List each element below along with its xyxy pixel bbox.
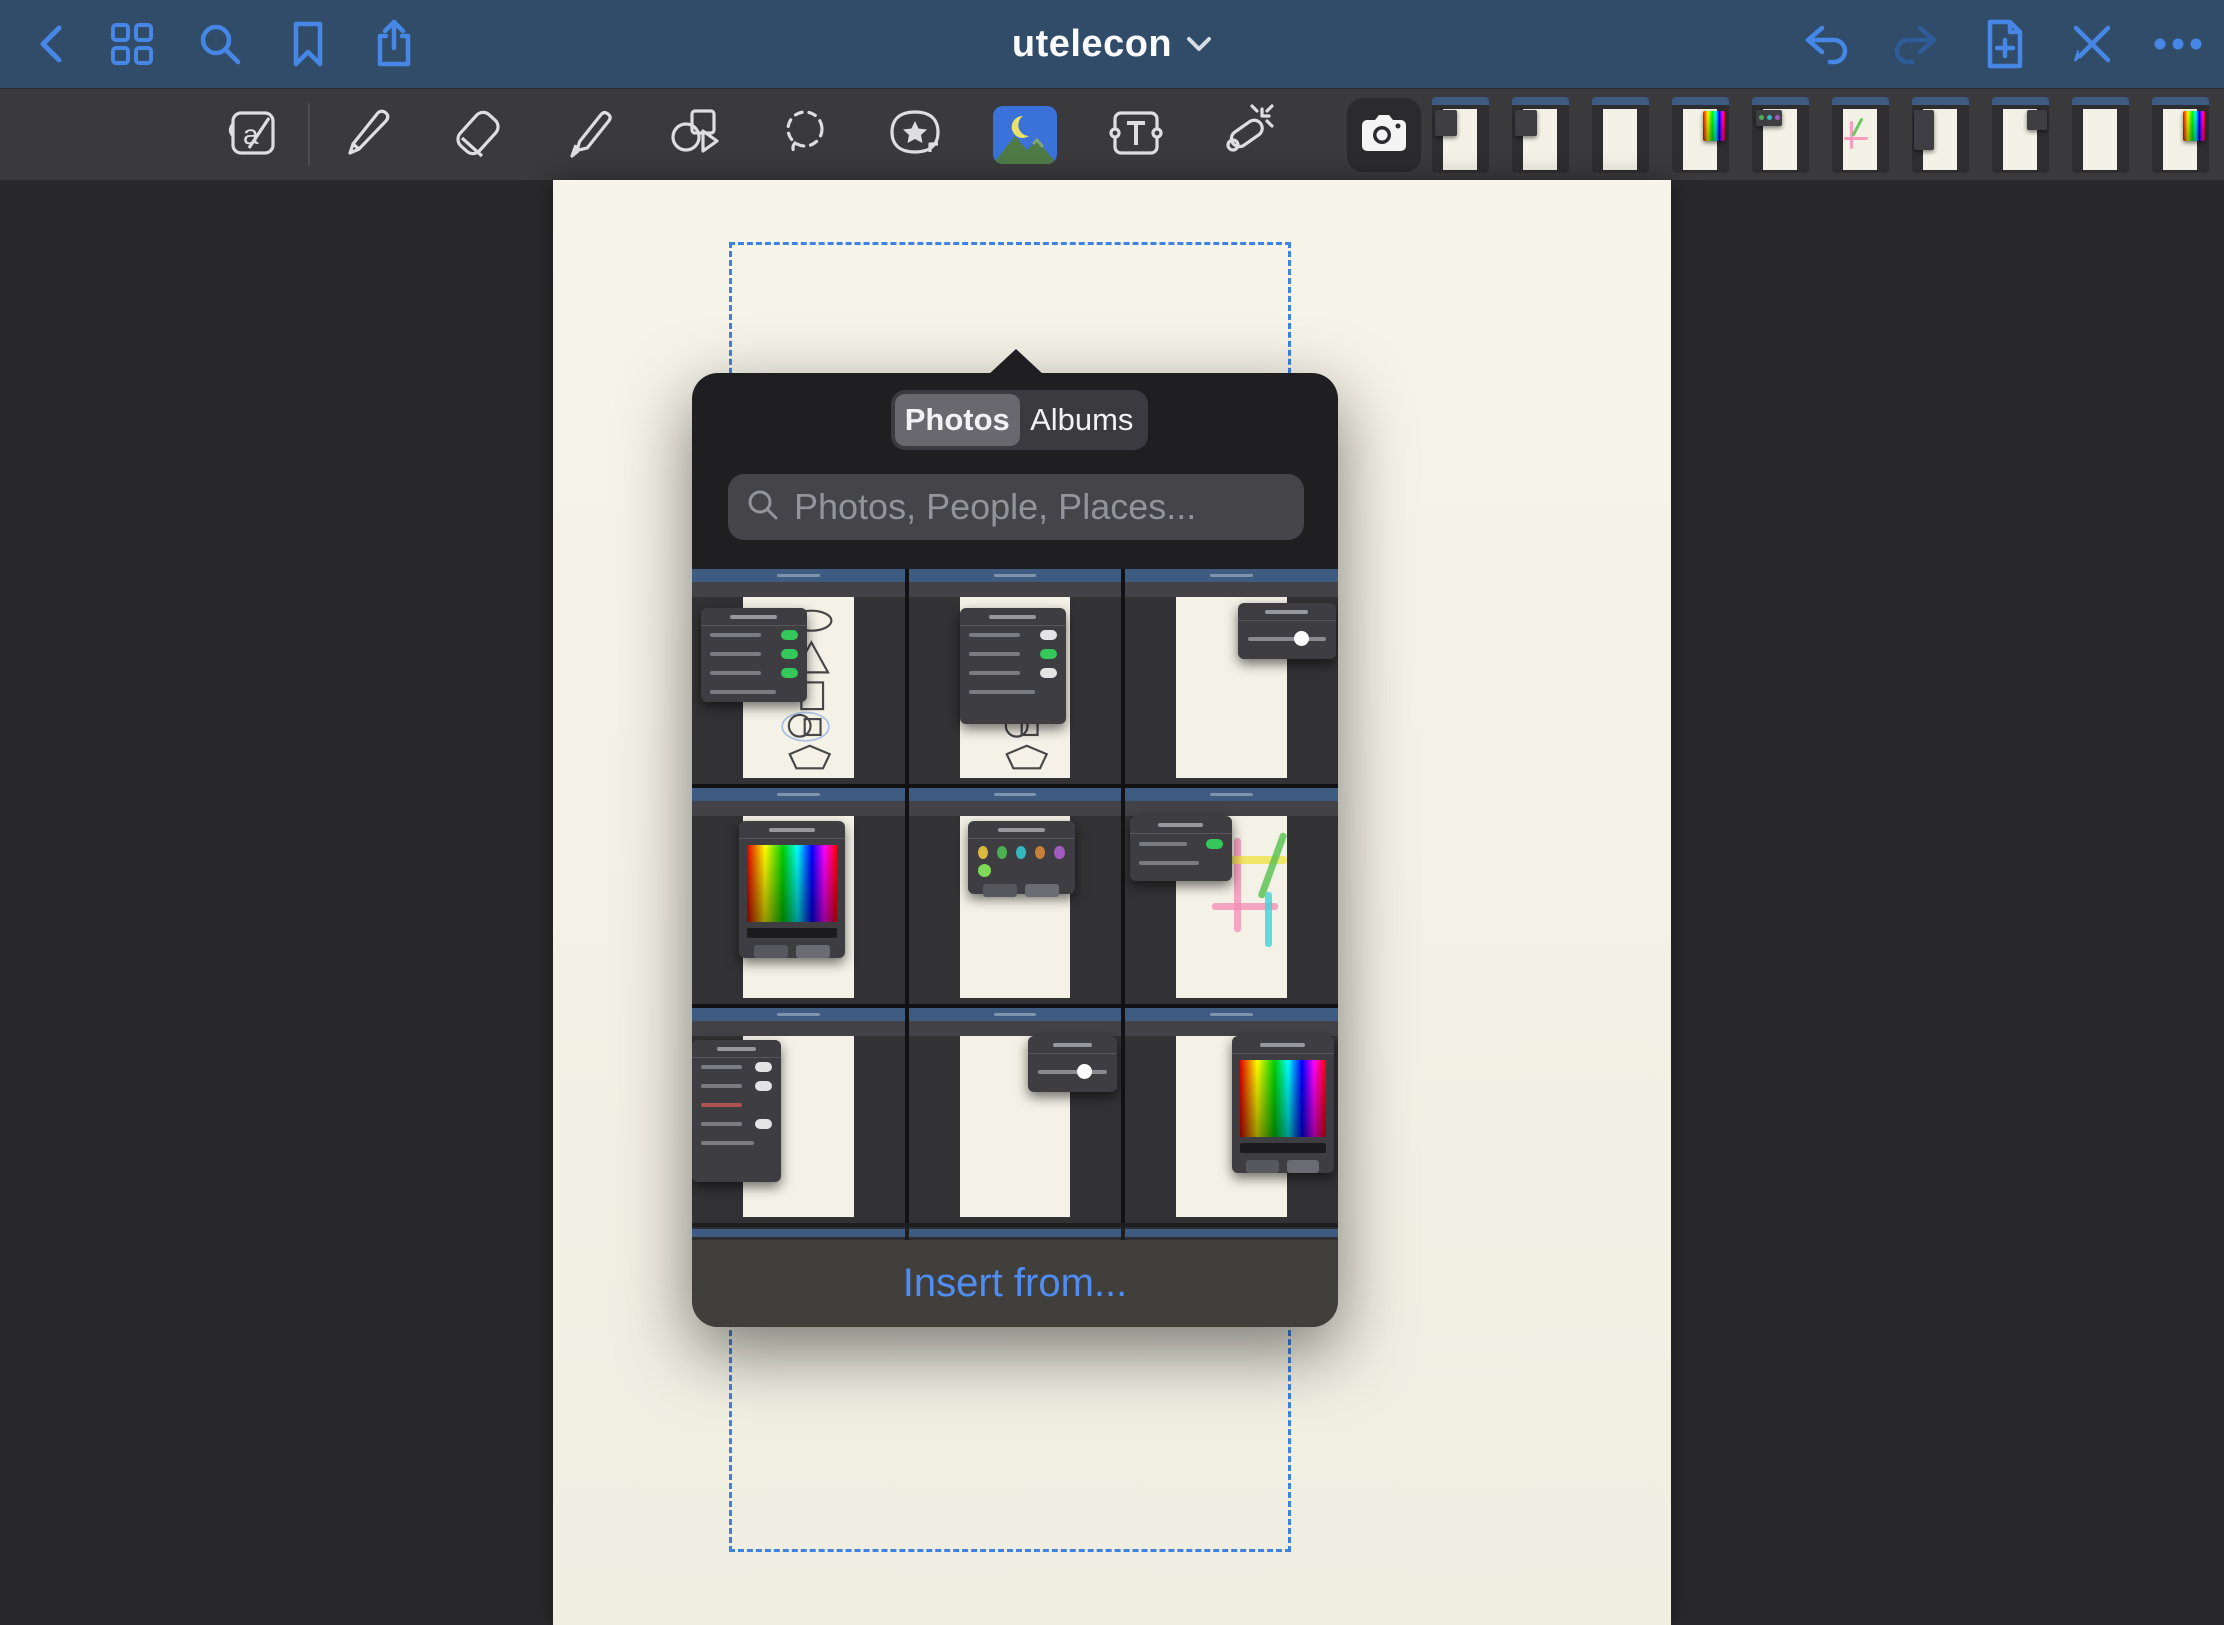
pencil-cross-icon	[2068, 20, 2116, 68]
tab-albums[interactable]: Albums	[1020, 394, 1145, 446]
shape-tool-menu	[960, 608, 1066, 724]
redo-button[interactable]	[1884, 14, 1944, 74]
photo-thumbnail-partial[interactable]	[692, 1227, 905, 1240]
recent-photo-thumbnail[interactable]	[1752, 97, 1809, 173]
image-tool-selected-icon	[993, 106, 1057, 164]
text-tool-icon	[1105, 104, 1167, 167]
tab-photos[interactable]: Photos	[895, 394, 1020, 446]
sticker-star-icon	[886, 104, 944, 167]
toolbar-divider	[308, 103, 310, 165]
photo-thumbnail[interactable]	[692, 569, 905, 784]
photo-thumbnail[interactable]	[909, 1008, 1122, 1223]
recent-photo-thumbnail[interactable]	[1832, 97, 1889, 173]
camera-button[interactable]	[1347, 98, 1421, 172]
tool-lasso[interactable]	[765, 101, 843, 169]
undo-icon	[1802, 22, 1854, 66]
recent-photo-thumbnail[interactable]	[1592, 97, 1649, 173]
recent-photo-thumbnail[interactable]	[1992, 97, 2049, 173]
photo-thumbnail[interactable]	[692, 1008, 905, 1223]
lasso-tool-menu	[701, 608, 807, 703]
redo-icon	[1888, 22, 1940, 66]
laser-pointer-icon	[1216, 104, 1276, 167]
insert-from-button[interactable]: Insert from...	[692, 1240, 1338, 1327]
popover-arrow	[988, 349, 1044, 375]
recent-photo-thumbnail[interactable]	[1912, 97, 1969, 173]
photo-thumbnail[interactable]	[909, 788, 1122, 1003]
recent-photo-thumbnail[interactable]	[1432, 97, 1489, 173]
photo-search-field[interactable]	[728, 474, 1304, 540]
add-page-icon	[1982, 18, 2026, 70]
photo-grid-partial-row	[692, 1227, 1338, 1240]
eraser-menu	[692, 1040, 781, 1182]
photo-picker-popover: Photos Albums	[692, 373, 1338, 1327]
insert-from-label: Insert from...	[903, 1261, 1128, 1306]
photo-thumbnail[interactable]	[909, 569, 1122, 784]
camera-icon	[1361, 114, 1407, 157]
tool-laser-pointer[interactable]	[1207, 101, 1285, 169]
highlighter-color-presets-panel	[968, 821, 1074, 894]
photo-thumbnail-partial[interactable]	[1125, 1227, 1338, 1240]
stop-editing-button[interactable]	[2062, 14, 2122, 74]
photo-thumbnail[interactable]	[1125, 1008, 1338, 1223]
tool-handwriting-mode[interactable]: a	[213, 101, 291, 169]
photo-thumbnail[interactable]	[1125, 788, 1338, 1003]
tools-toolbar: a	[0, 88, 2224, 180]
ellipsis-icon	[2152, 34, 2204, 54]
eraser-icon	[448, 104, 506, 167]
photo-thumbnail-partial[interactable]	[909, 1227, 1122, 1240]
shapes-icon	[665, 104, 723, 167]
tool-pen[interactable]	[327, 101, 405, 169]
tool-stickers[interactable]	[876, 101, 954, 169]
highlighter-icon	[558, 104, 616, 167]
undo-button[interactable]	[1798, 14, 1858, 74]
highlighter-thickness-panel	[1238, 603, 1336, 659]
highlighter-menu	[1130, 816, 1232, 881]
add-page-button[interactable]	[1974, 14, 2034, 74]
photo-grid	[692, 569, 1338, 1223]
lasso-icon	[775, 104, 833, 167]
handwriting-mode-icon: a	[223, 104, 281, 167]
tool-image[interactable]	[986, 101, 1064, 169]
recent-photo-thumbnail[interactable]	[2152, 97, 2209, 173]
pen-icon	[337, 104, 395, 167]
pen-thickness-panel	[1028, 1036, 1117, 1092]
tab-albums-label: Albums	[1030, 402, 1133, 438]
recent-photo-thumbnail[interactable]	[1512, 97, 1569, 173]
tool-eraser[interactable]	[438, 101, 516, 169]
tool-text[interactable]	[1097, 101, 1175, 169]
goodnotes-window: utelecon	[0, 0, 2224, 1625]
pen-color-spectrum-panel	[1232, 1036, 1334, 1174]
recent-photo-thumbnail[interactable]	[2072, 97, 2129, 173]
tab-photos-label: Photos	[905, 402, 1010, 438]
tool-highlighter[interactable]	[548, 101, 626, 169]
highlighter-color-spectrum-panel	[739, 821, 845, 959]
page-title: utelecon	[1012, 23, 1172, 66]
recent-photos-strip	[1432, 97, 2224, 175]
tool-shapes[interactable]	[655, 101, 733, 169]
navigation-bar: utelecon	[0, 0, 2224, 88]
chevron-down-icon	[1186, 35, 1212, 53]
photo-thumbnail[interactable]	[692, 788, 905, 1003]
recent-photo-thumbnail[interactable]	[1672, 97, 1729, 173]
search-input[interactable]	[794, 486, 1286, 528]
more-button[interactable]	[2148, 14, 2208, 74]
photo-thumbnail[interactable]	[1125, 569, 1338, 784]
search-icon	[746, 488, 780, 527]
photos-albums-segmented-control: Photos Albums	[891, 390, 1148, 450]
